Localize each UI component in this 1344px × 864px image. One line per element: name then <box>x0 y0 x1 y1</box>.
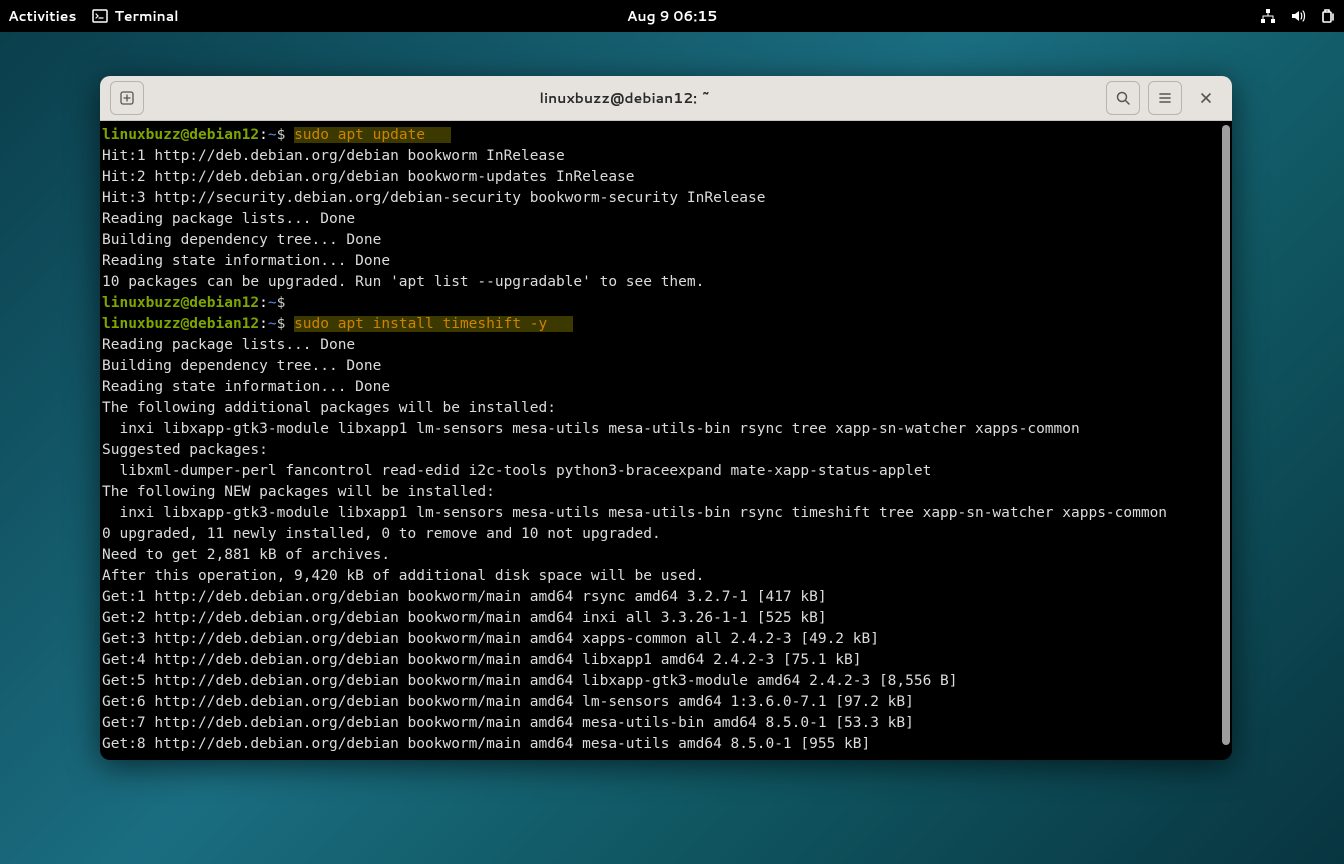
prompt-dollar: $ <box>277 127 286 143</box>
output-line: Get:5 http://deb.debian.org/debian bookw… <box>102 673 958 689</box>
output-line: Get:1 http://deb.debian.org/debian bookw… <box>102 589 827 605</box>
terminal-output[interactable]: linuxbuzz@debian12:~$ sudo apt update Hi… <box>100 121 1232 760</box>
app-menu-label: Terminal <box>114 6 178 26</box>
volume-icon[interactable] <box>1290 8 1306 24</box>
prompt-colon: : <box>259 127 268 143</box>
output-line: Hit:1 http://deb.debian.org/debian bookw… <box>102 148 565 164</box>
output-line: Reading package lists... Done <box>102 211 355 227</box>
scrollbar[interactable] <box>1222 125 1230 745</box>
terminal-icon <box>92 8 108 24</box>
output-line: Reading state information... Done <box>102 253 390 269</box>
output-line: Building dependency tree... Done <box>102 358 381 374</box>
output-line: Hit:2 http://deb.debian.org/debian bookw… <box>102 169 635 185</box>
close-button[interactable] <box>1190 82 1222 114</box>
new-tab-button[interactable] <box>110 81 144 115</box>
output-line: Building dependency tree... Done <box>102 232 381 248</box>
output-line: Get:6 http://deb.debian.org/debian bookw… <box>102 694 914 710</box>
terminal-window: linuxbuzz@debian12: ~ linuxbuzz@debian12… <box>100 76 1232 760</box>
output-line: libxml-dumper-perl fancontrol read-edid … <box>102 463 931 479</box>
window-title: linuxbuzz@debian12: ~ <box>146 88 1104 108</box>
activities-button[interactable]: Activities <box>8 6 76 26</box>
output-line: 10 packages can be upgraded. Run 'apt li… <box>102 274 704 290</box>
output-line: Reading state information... Done <box>102 379 390 395</box>
output-line: The following NEW packages will be insta… <box>102 484 495 500</box>
output-line: Get:3 http://deb.debian.org/debian bookw… <box>102 631 879 647</box>
prompt-user: linuxbuzz@debian12 <box>102 295 259 311</box>
output-line: Suggested packages: <box>102 442 268 458</box>
menu-button[interactable] <box>1148 81 1182 115</box>
search-button[interactable] <box>1106 81 1140 115</box>
output-line: The following additional packages will b… <box>102 400 556 416</box>
top-bar: Activities Terminal Aug 9 06:15 <box>0 0 1344 32</box>
clock[interactable]: Aug 9 06:15 <box>627 6 718 26</box>
output-line: Hit:3 http://security.debian.org/debian-… <box>102 190 765 206</box>
command-2: sudo apt install timeshift -y <box>294 316 547 332</box>
command-1: sudo apt update <box>294 127 425 143</box>
output-line: Get:2 http://deb.debian.org/debian bookw… <box>102 610 827 626</box>
output-line: 0 upgraded, 11 newly installed, 0 to rem… <box>102 526 661 542</box>
output-line: After this operation, 9,420 kB of additi… <box>102 568 704 584</box>
output-line: inxi libxapp-gtk3-module libxapp1 lm-sen… <box>102 505 1167 521</box>
output-line: Need to get 2,881 kB of archives. <box>102 547 390 563</box>
prompt-path: ~ <box>268 127 277 143</box>
output-line: Reading package lists... Done <box>102 337 355 353</box>
output-line: Get:4 http://deb.debian.org/debian bookw… <box>102 652 862 668</box>
app-menu[interactable]: Terminal <box>92 6 178 26</box>
output-line: inxi libxapp-gtk3-module libxapp1 lm-sen… <box>102 421 1080 437</box>
network-icon[interactable] <box>1260 8 1276 24</box>
prompt-user: linuxbuzz@debian12 <box>102 316 259 332</box>
title-bar: linuxbuzz@debian12: ~ <box>100 76 1232 121</box>
prompt-user: linuxbuzz@debian12 <box>102 127 259 143</box>
output-line: Get:8 http://deb.debian.org/debian bookw… <box>102 736 870 752</box>
output-line: Get:7 http://deb.debian.org/debian bookw… <box>102 715 914 731</box>
power-icon[interactable] <box>1320 8 1336 24</box>
